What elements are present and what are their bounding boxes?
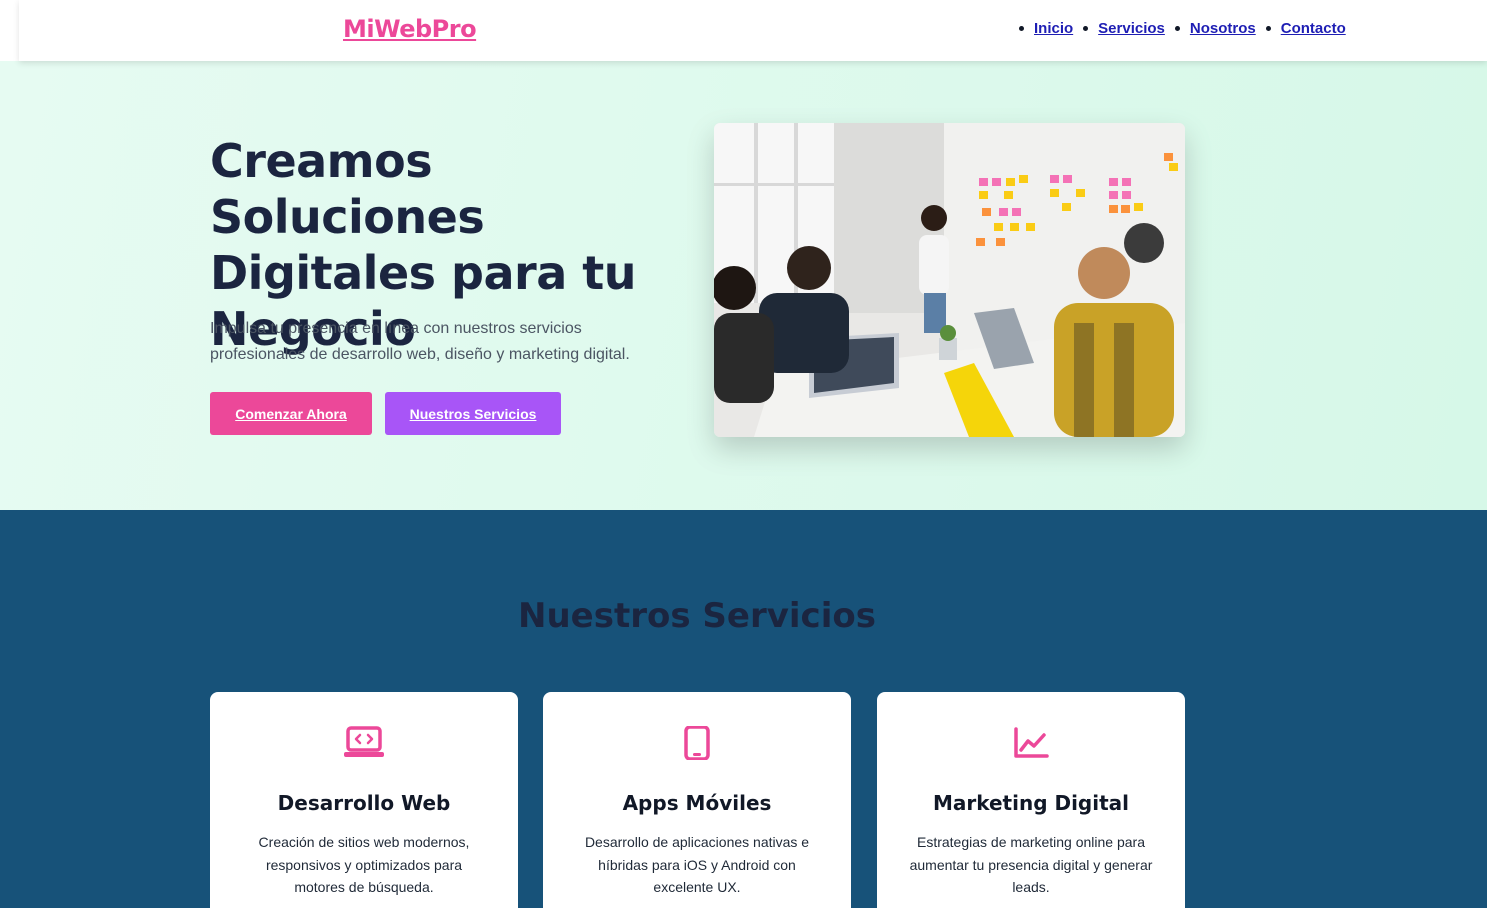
service-card-description: Estrategias de marketing online para aum… xyxy=(909,834,1153,895)
service-card-title: Desarrollo Web xyxy=(277,791,451,815)
main-nav: Inicio Servicios Nosotros Contacto xyxy=(1019,20,1356,37)
service-card-title: Marketing Digital xyxy=(932,791,1130,815)
nav-item-servicios: Servicios xyxy=(1083,20,1165,37)
nav-link-inicio[interactable]: Inicio xyxy=(1034,20,1073,37)
hero-subtitle: Impulsa tu presencia en línea con nuestr… xyxy=(210,320,630,363)
laptop-code-icon xyxy=(210,726,518,760)
start-now-button[interactable]: Comenzar Ahora xyxy=(210,392,372,435)
nav-item-contacto: Contacto xyxy=(1265,20,1346,37)
service-card-description: Creación de sitios web modernos, respons… xyxy=(258,834,470,895)
mobile-phone-icon xyxy=(543,726,851,760)
chart-line-icon xyxy=(877,726,1185,760)
services-title: Nuestros Servicios xyxy=(518,596,876,636)
bullet-icon xyxy=(1083,26,1089,31)
service-card-mobile: Apps Móviles Desarrollo de aplicaciones … xyxy=(543,692,851,908)
site-logo[interactable]: MiWebPro xyxy=(343,15,477,43)
nav-link-servicios[interactable]: Servicios xyxy=(1098,20,1165,37)
our-services-button[interactable]: Nuestros Servicios xyxy=(385,392,561,435)
hero-section: Creamos Soluciones Digitales para tu Neg… xyxy=(0,61,1487,510)
nav-link-contacto[interactable]: Contacto xyxy=(1281,20,1346,37)
service-card-marketing: Marketing Digital Estrategias de marketi… xyxy=(877,692,1185,908)
service-card-web: Desarrollo Web Creación de sitios web mo… xyxy=(210,692,518,908)
bullet-icon xyxy=(1019,26,1024,31)
bullet-icon xyxy=(1265,26,1271,31)
site-header: MiWebPro Inicio Servicios Nosotros Conta… xyxy=(19,0,1487,61)
services-section: Nuestros Servicios Desarrollo Web Creaci… xyxy=(0,510,1487,908)
nav-item-inicio: Inicio xyxy=(1019,20,1073,37)
hero-image-team-meeting xyxy=(714,123,1185,437)
service-card-title: Apps Móviles xyxy=(622,791,772,815)
service-card-description: Desarrollo de aplicaciones nativas e híb… xyxy=(584,834,810,895)
bullet-icon xyxy=(1174,26,1180,31)
nav-item-nosotros: Nosotros xyxy=(1174,20,1256,37)
nav-link-nosotros[interactable]: Nosotros xyxy=(1190,20,1256,37)
